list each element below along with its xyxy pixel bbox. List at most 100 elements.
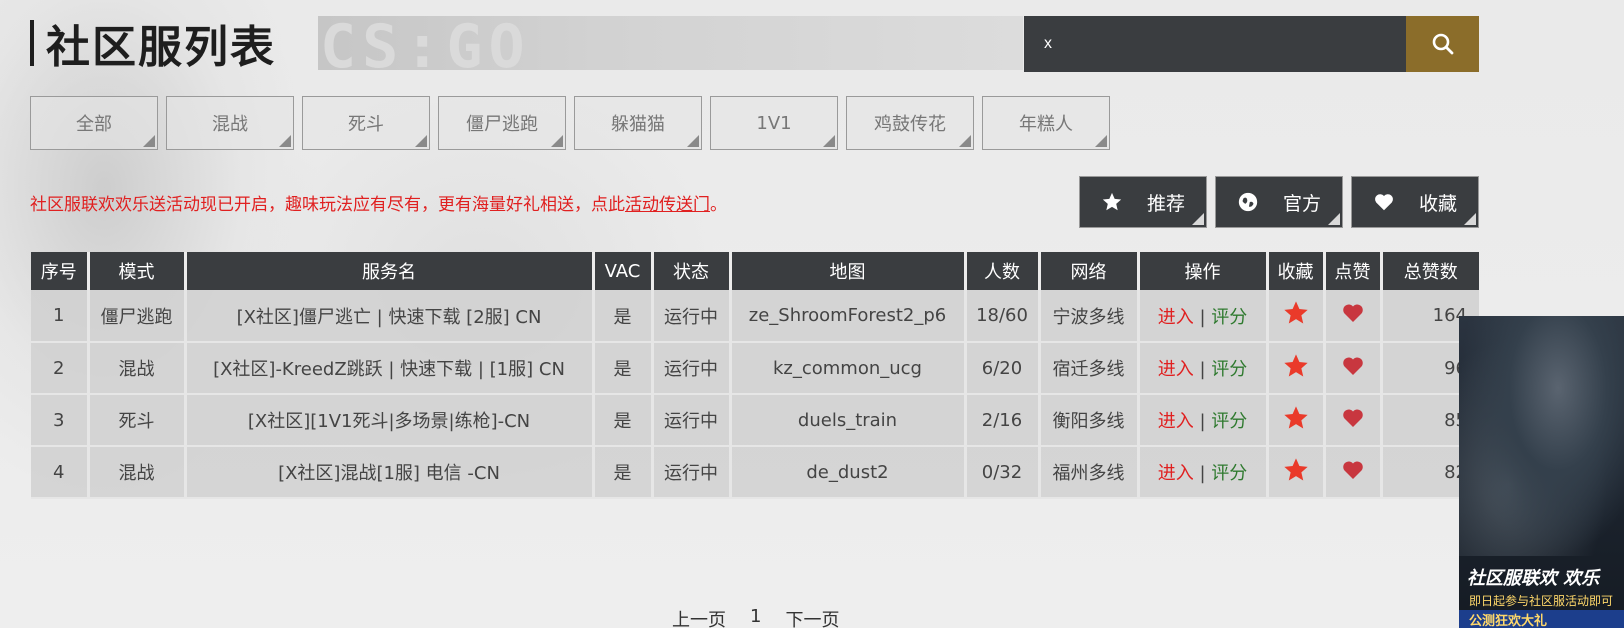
enter-link[interactable]: 进入 bbox=[1158, 307, 1194, 328]
cell-map: de_dust2 bbox=[730, 446, 967, 499]
prev-page-link[interactable]: 上一页 bbox=[672, 606, 726, 628]
rate-link[interactable]: 评分 bbox=[1211, 463, 1247, 484]
cell-favorite bbox=[1267, 446, 1326, 499]
search-input[interactable] bbox=[1024, 16, 1406, 72]
cell-vac: 是 bbox=[593, 446, 654, 499]
table-row: 3 死斗 [X社区][1V1死斗|多场景|练枪]-CN 是 运行中 duels_… bbox=[31, 394, 1479, 447]
search-button[interactable] bbox=[1406, 16, 1479, 72]
cell-like bbox=[1324, 394, 1383, 447]
favorite-star-icon[interactable] bbox=[1282, 456, 1310, 484]
ad-subtitle: 即日起参与社区服活动即可 bbox=[1469, 594, 1614, 608]
cell-mode: 死斗 bbox=[88, 394, 187, 447]
cell-actions: 进入 | 评分 bbox=[1138, 446, 1269, 499]
cell-map: kz_common_ucg bbox=[730, 342, 967, 395]
cell-network: 衡阳多线 bbox=[1039, 394, 1140, 447]
recommended-label: 推荐 bbox=[1146, 192, 1185, 215]
col-header-actions: 操作 bbox=[1138, 252, 1269, 290]
cell-no: 4 bbox=[31, 446, 90, 499]
favorites-label: 收藏 bbox=[1418, 192, 1457, 215]
favorites-button[interactable]: 收藏 bbox=[1351, 176, 1479, 228]
next-page-link[interactable]: 下一页 bbox=[785, 606, 839, 628]
tab-nian-gao[interactable]: 年糕人 bbox=[982, 96, 1110, 150]
event-portal-link[interactable]: 活动传送门 bbox=[625, 195, 710, 215]
cell-map: duels_train bbox=[730, 394, 967, 447]
cell-status: 运行中 bbox=[652, 342, 732, 395]
rate-link[interactable]: 评分 bbox=[1211, 359, 1247, 380]
official-label: 官方 bbox=[1282, 192, 1321, 215]
notice-text: 社区服联欢欢乐送活动现已开启，趣味玩法应有尽有，更有海量好礼相送，点此 bbox=[30, 195, 625, 215]
favorite-star-icon[interactable] bbox=[1282, 352, 1310, 380]
tab-pass-the-drum[interactable]: 鸡鼓传花 bbox=[846, 96, 974, 150]
event-ad-banner[interactable]: 社区服联欢 欢乐 即日起参与社区服活动即可 公测狂欢大礼 bbox=[1459, 316, 1624, 628]
notice-end: 。 bbox=[710, 195, 727, 215]
cell-server-name: [X社区][1V1死斗|多场景|练枪]-CN bbox=[185, 394, 595, 447]
cell-network: 宁波多线 bbox=[1039, 290, 1140, 343]
col-header-mode: 模式 bbox=[88, 252, 187, 290]
cell-players: 2/16 bbox=[965, 394, 1041, 447]
cell-mode: 僵尸逃跑 bbox=[88, 290, 187, 343]
table-row: 4 混战 [X社区]混战[1服] 电信 -CN 是 运行中 de_dust2 0… bbox=[31, 446, 1479, 499]
cell-map: ze_ShroomForest2_p6 bbox=[730, 290, 967, 343]
current-page[interactable]: 1 bbox=[750, 606, 761, 628]
enter-link[interactable]: 进入 bbox=[1158, 411, 1194, 432]
cell-network: 宿迁多线 bbox=[1039, 342, 1140, 395]
tab-hide-and-seek[interactable]: 躲猫猫 bbox=[574, 96, 702, 150]
favorite-star-icon[interactable] bbox=[1282, 404, 1310, 432]
tab-deathmatch[interactable]: 死斗 bbox=[302, 96, 430, 150]
cell-mode: 混战 bbox=[88, 342, 187, 395]
cell-no: 3 bbox=[31, 394, 90, 447]
enter-link[interactable]: 进入 bbox=[1158, 463, 1194, 484]
star-icon bbox=[1102, 192, 1122, 211]
ad-strip: 公测狂欢大礼 bbox=[1459, 610, 1624, 628]
cell-status: 运行中 bbox=[652, 446, 732, 499]
official-button[interactable]: 官方 bbox=[1215, 176, 1343, 228]
action-separator: | bbox=[1193, 411, 1212, 432]
cell-favorite bbox=[1267, 290, 1326, 343]
heart-icon bbox=[1375, 194, 1393, 211]
like-heart-icon[interactable] bbox=[1341, 458, 1365, 482]
cell-vac: 是 bbox=[593, 394, 654, 447]
action-separator: | bbox=[1193, 463, 1212, 484]
col-header-total-likes: 总赞数 bbox=[1381, 252, 1479, 290]
col-header-favorite: 收藏 bbox=[1267, 252, 1326, 290]
search-icon bbox=[1432, 33, 1453, 55]
favorite-star-icon[interactable] bbox=[1282, 299, 1310, 327]
table-row: 2 混战 [X社区]-KreedZ跳跃 | 快速下载 | [1服] CN 是 运… bbox=[31, 342, 1479, 395]
cell-server-name: [X社区]-KreedZ跳跃 | 快速下载 | [1服] CN bbox=[185, 342, 595, 395]
tab-all[interactable]: 全部 bbox=[30, 96, 158, 150]
cell-mode: 混战 bbox=[88, 446, 187, 499]
rate-link[interactable]: 评分 bbox=[1211, 411, 1247, 432]
title-bar: 社区服列表 bbox=[30, 16, 550, 73]
cell-server-name: [X社区]混战[1服] 电信 -CN bbox=[185, 446, 595, 499]
col-header-map: 地图 bbox=[730, 252, 967, 290]
cell-players: 18/60 bbox=[965, 290, 1041, 343]
event-notice: 社区服联欢欢乐送活动现已开启，趣味玩法应有尽有，更有海量好礼相送，点此活动传送门… bbox=[30, 190, 727, 215]
cell-no: 1 bbox=[31, 290, 90, 343]
tab-1v1[interactable]: 1V1 bbox=[710, 96, 838, 150]
cell-network: 福州多线 bbox=[1039, 446, 1140, 499]
cell-no: 2 bbox=[31, 342, 90, 395]
recommended-button[interactable]: 推荐 bbox=[1079, 176, 1207, 228]
cell-actions: 进入 | 评分 bbox=[1138, 290, 1269, 343]
rate-link[interactable]: 评分 bbox=[1211, 307, 1247, 328]
ad-title: 社区服联欢 欢乐 bbox=[1467, 568, 1600, 589]
server-table: 序号 模式 服务名 VAC 状态 地图 人数 网络 操作 收藏 点赞 总赞数 1… bbox=[31, 252, 1479, 499]
tab-zombie-escape[interactable]: 僵尸逃跑 bbox=[438, 96, 566, 150]
like-heart-icon[interactable] bbox=[1341, 301, 1365, 325]
cell-status: 运行中 bbox=[652, 394, 732, 447]
cell-vac: 是 bbox=[593, 342, 654, 395]
action-separator: | bbox=[1193, 359, 1212, 380]
like-heart-icon[interactable] bbox=[1341, 406, 1365, 430]
cell-like bbox=[1324, 290, 1383, 343]
action-separator: | bbox=[1193, 306, 1212, 328]
table-row: 1 僵尸逃跑 [X社区]僵尸逃亡 | 快速下载 [2服] CN 是 运行中 ze… bbox=[31, 290, 1479, 343]
enter-link[interactable]: 进入 bbox=[1158, 359, 1194, 380]
cell-status: 运行中 bbox=[652, 290, 732, 343]
cell-vac: 是 bbox=[593, 290, 654, 343]
col-header-no: 序号 bbox=[31, 252, 90, 290]
filter-buttons: 推荐 官方 收藏 bbox=[1079, 176, 1479, 228]
cell-actions: 进入 | 评分 bbox=[1138, 342, 1269, 395]
tab-melee[interactable]: 混战 bbox=[166, 96, 294, 150]
like-heart-icon[interactable] bbox=[1341, 354, 1365, 378]
page-title: 社区服列表 bbox=[46, 22, 276, 73]
